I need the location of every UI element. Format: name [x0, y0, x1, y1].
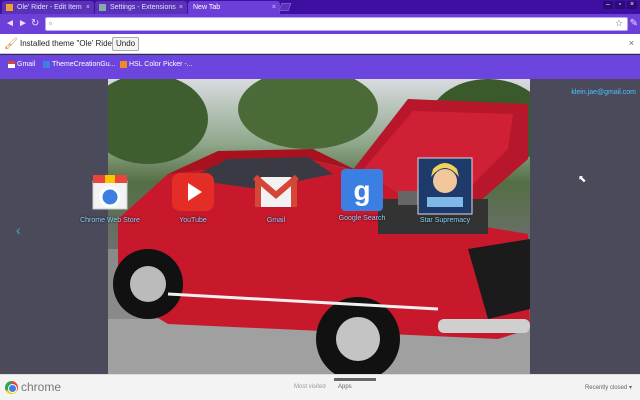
tab-edit-item[interactable]: Ole' Rider - Edit Item ×	[2, 1, 94, 14]
gmail-app-icon	[253, 169, 299, 215]
brand-wordmark: chrome	[21, 380, 62, 394]
docs-icon	[43, 61, 50, 68]
toolbar: ◄ ► ↻ ▫ ☆ ✎	[0, 14, 640, 34]
bookmarks-bar: Gmail ThemeCreationGu... HSL Color Picke…	[0, 55, 640, 79]
app-tile-web-store[interactable]: Chrome Web Store	[80, 169, 140, 224]
new-tab-footer: chrome Most visited Apps Recently closed…	[0, 374, 640, 400]
back-icon[interactable]: ◄	[5, 18, 15, 30]
tab-apps[interactable]: Apps	[338, 384, 352, 390]
page-favicon-icon	[6, 4, 13, 11]
recently-closed-menu[interactable]: Recently closed ▾	[585, 384, 632, 391]
omnibox[interactable]: ▫ ☆	[45, 17, 628, 31]
bookmark-label: ThemeCreationGu...	[52, 61, 116, 68]
tab-extensions[interactable]: Settings - Extensions ×	[95, 1, 187, 14]
bookmark-gmail[interactable]: Gmail	[8, 61, 35, 68]
tab-strip: Ole' Rider - Edit Item × Settings - Exte…	[0, 0, 640, 14]
maximize-icon[interactable]: ▫	[615, 1, 625, 9]
youtube-icon	[170, 169, 216, 215]
tab-label: Ole' Rider - Edit Item	[17, 4, 82, 11]
new-tab-page: klein.jae@gmail.com ‹ ⬉ Chrome Web Store	[0, 79, 640, 374]
bookmark-theme-creation-guide[interactable]: ThemeCreationGu...	[43, 61, 115, 68]
paintbrush-icon: 🖌	[4, 38, 18, 50]
gmail-icon	[8, 61, 15, 68]
close-window-icon[interactable]: ×	[627, 1, 637, 9]
theme-infobar: 🖌 Installed theme "Ole' Rider". Undo ×	[0, 34, 640, 54]
window-controls: – ▫ ×	[603, 1, 637, 9]
tab-label: Settings - Extensions	[110, 4, 176, 11]
google-search-icon: g	[339, 167, 385, 213]
app-tile-star-supremacy[interactable]: Star Supremacy	[415, 157, 475, 224]
reload-icon[interactable]: ↻	[31, 18, 39, 30]
bookmark-label: HSL Color Picker -...	[129, 61, 193, 68]
active-tab-indicator	[334, 378, 376, 381]
chrome-logo-icon	[5, 381, 18, 394]
tab-most-visited[interactable]: Most visited	[294, 384, 326, 390]
undo-button[interactable]: Undo	[112, 37, 140, 51]
app-label: Gmail	[266, 217, 286, 224]
svg-text:g: g	[353, 175, 370, 206]
tab-new-tab[interactable]: New Tab ×	[188, 1, 280, 14]
app-tile-google-search[interactable]: g Google Search	[332, 167, 392, 222]
infobar-message: Installed theme "Ole' Rider".	[20, 39, 120, 48]
app-label: Star Supremacy	[419, 217, 471, 224]
app-label: YouTube	[179, 217, 207, 224]
web-store-icon	[87, 169, 133, 215]
previous-page-icon[interactable]: ‹	[16, 222, 21, 238]
tab-close-icon[interactable]: ×	[86, 1, 90, 14]
new-tab-button[interactable]	[278, 3, 292, 11]
bookmark-hsl-color-picker[interactable]: HSL Color Picker -...	[120, 61, 193, 68]
app-tile-youtube[interactable]: YouTube	[163, 169, 223, 224]
infobar-close-icon[interactable]: ×	[629, 38, 634, 48]
page-icon: ▫	[49, 19, 52, 28]
bookmark-star-icon[interactable]: ☆	[615, 18, 623, 29]
car-illustration	[108, 79, 530, 374]
app-label: Chrome Web Store	[80, 217, 140, 224]
theme-background-image	[108, 79, 530, 374]
wrench-menu-icon[interactable]: ✎	[630, 18, 638, 29]
settings-favicon-icon	[99, 4, 106, 11]
bookmark-label: Gmail	[17, 61, 36, 68]
tab-close-icon[interactable]: ×	[179, 1, 183, 14]
mouse-cursor-icon: ⬉	[578, 174, 587, 185]
app-label: Google Search	[338, 215, 386, 222]
minimize-icon[interactable]: –	[603, 1, 613, 9]
tab-label: New Tab	[193, 4, 221, 11]
forward-icon[interactable]: ►	[18, 18, 28, 30]
star-supremacy-icon	[417, 157, 473, 215]
tab-close-icon[interactable]: ×	[272, 1, 276, 14]
app-tile-gmail[interactable]: Gmail	[246, 169, 306, 224]
signed-in-user-email[interactable]: klein.jae@gmail.com	[571, 89, 636, 96]
color-icon	[120, 61, 127, 68]
